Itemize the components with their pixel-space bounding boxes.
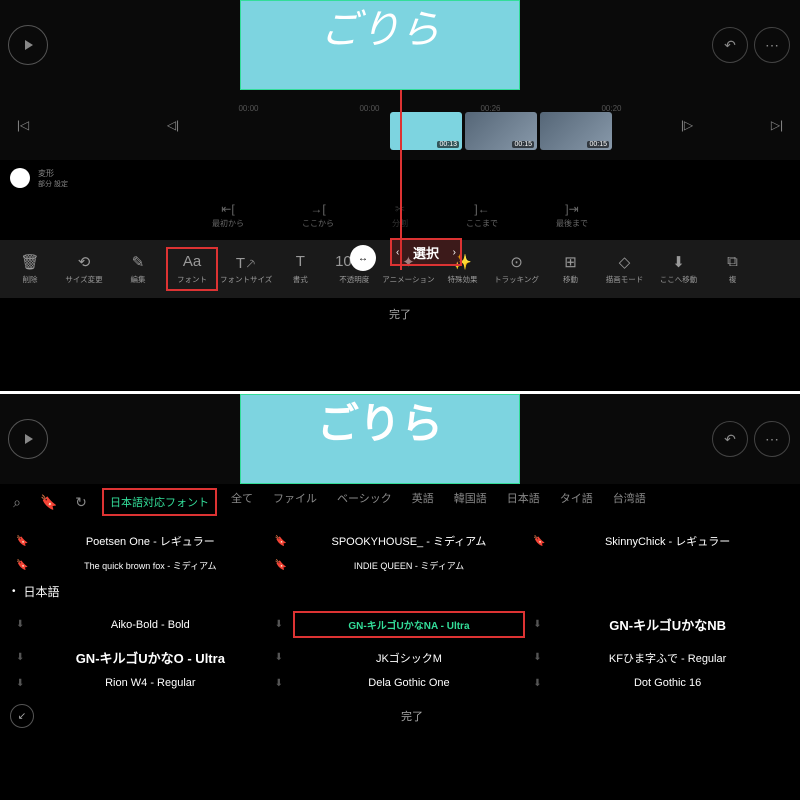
download-icon[interactable]: ⬇	[16, 652, 34, 663]
search-icon[interactable]: ⌕	[6, 494, 28, 511]
cut-action[interactable]: →[ここから	[302, 202, 334, 240]
font-item[interactable]: The quick brown fox - ミディアム	[34, 559, 267, 572]
step-fwd-icon[interactable]: |▷	[672, 118, 702, 132]
font-item[interactable]: SkinnyChick - レギュラー	[551, 533, 784, 549]
bookmark-icon[interactable]: 🔖	[275, 560, 293, 571]
tool-トラッキング[interactable]: ⊙トラッキング	[490, 253, 542, 285]
play-button[interactable]	[8, 419, 48, 459]
font-item[interactable]: JKゴシックM	[293, 650, 526, 666]
font-tab[interactable]: 台湾語	[607, 488, 652, 516]
cut-action[interactable]: ]←ここまで	[466, 202, 498, 240]
font-tab[interactable]: ベーシック	[331, 488, 398, 516]
tool-編集[interactable]: ✎編集	[112, 253, 164, 285]
download-icon[interactable]: ⬇	[275, 619, 293, 630]
font-item[interactable]: INDIE QUEEN - ミディアム	[293, 559, 526, 572]
tool-複[interactable]: ⧉複	[706, 253, 758, 285]
font-tab[interactable]: 日本語	[501, 488, 546, 516]
skip-start-icon[interactable]: |◁	[8, 118, 38, 132]
download-icon[interactable]: ⬇	[16, 619, 34, 630]
bookmark-icon[interactable]: 🔖	[38, 494, 60, 511]
done-button[interactable]: 完了	[34, 708, 790, 724]
font-item[interactable]: GN-キルゴUかなNB	[551, 615, 784, 634]
undo-button[interactable]: ↶	[712, 27, 748, 63]
font-item[interactable]: SPOOKYHOUSE_ - ミディアム	[293, 533, 526, 549]
font-tab[interactable]: 英語	[406, 488, 440, 516]
bookmark-icon[interactable]: 🔖	[16, 536, 34, 547]
preview-canvas[interactable]: ごりら	[48, 394, 712, 484]
font-item[interactable]: KFひま字ふで - Regular	[551, 650, 784, 666]
timeline-clip[interactable]: 00:15	[465, 112, 537, 150]
preview-canvas[interactable]: ごりら	[48, 0, 712, 90]
download-icon[interactable]: ⬇	[275, 652, 293, 663]
font-item[interactable]: Rion W4 - Regular	[34, 677, 267, 689]
tool-描画モード[interactable]: ◇描画モード	[598, 253, 650, 285]
more-button[interactable]: ⋯	[754, 421, 790, 457]
selection-box: ‹ 選択 ›	[390, 238, 462, 266]
tool-ここへ移動[interactable]: ⬇ここへ移動	[652, 253, 704, 285]
step-back-icon[interactable]: ◁|	[158, 118, 188, 132]
font-tab[interactable]: タイ語	[554, 488, 599, 516]
bookmark-icon[interactable]: 🔖	[275, 536, 293, 547]
font-tab[interactable]: 日本語対応フォント	[102, 488, 217, 516]
bookmark-icon[interactable]: 🔖	[533, 536, 551, 547]
font-item[interactable]: GN-キルゴUかなNA - Ultra	[293, 611, 526, 638]
drag-handle[interactable]: ↔	[350, 245, 376, 271]
tool-フォント[interactable]: Aaフォント	[166, 247, 218, 291]
font-tab[interactable]: 韓国語	[448, 488, 493, 516]
section-header: 日本語	[24, 583, 60, 600]
download-icon[interactable]: ⬇	[275, 678, 293, 689]
skip-end-icon[interactable]: ▷|	[762, 118, 792, 132]
download-icon[interactable]: ⬇	[16, 678, 34, 689]
more-button[interactable]: ⋯	[754, 27, 790, 63]
bookmark-icon[interactable]: 🔖	[16, 560, 34, 571]
font-item[interactable]: Poetsen One - レギュラー	[34, 533, 267, 549]
download-icon[interactable]: ⬇	[533, 678, 551, 689]
font-item[interactable]: Dela Gothic One	[293, 677, 526, 689]
font-item[interactable]: Aiko-Bold - Bold	[34, 619, 267, 631]
tool-削除[interactable]: 🗑削除	[4, 253, 56, 285]
cut-action[interactable]: ]⇥最後まで	[556, 202, 588, 240]
download-icon[interactable]: ⬇	[533, 619, 551, 630]
tool-移動[interactable]: ⊞移動	[544, 253, 596, 285]
font-tab[interactable]: 全て	[225, 488, 259, 516]
tool-フォントサイズ[interactable]: T⸕フォントサイズ	[220, 253, 272, 285]
timecode: 00:00	[238, 104, 258, 113]
font-item[interactable]: GN-キルゴUかなO - Ultra	[34, 648, 267, 667]
play-button[interactable]	[8, 25, 48, 65]
undo-button[interactable]: ↶	[712, 421, 748, 457]
tool-サイズ変更[interactable]: ⟲サイズ変更	[58, 253, 110, 285]
timecode: 00:00	[359, 104, 379, 113]
cut-action[interactable]: ⇤[最初から	[212, 202, 244, 240]
transform-toggle[interactable]	[10, 168, 30, 188]
font-tab[interactable]: ファイル	[267, 488, 323, 516]
tool-書式[interactable]: T書式	[274, 253, 326, 285]
back-button[interactable]: ↙	[10, 704, 34, 728]
download-icon[interactable]: ⬇	[533, 652, 551, 663]
done-button[interactable]: 完了	[0, 298, 800, 328]
timeline-clip[interactable]: 00:15	[540, 112, 612, 150]
font-item[interactable]: Dot Gothic 16	[551, 677, 784, 689]
history-icon[interactable]: ↻	[70, 494, 92, 511]
